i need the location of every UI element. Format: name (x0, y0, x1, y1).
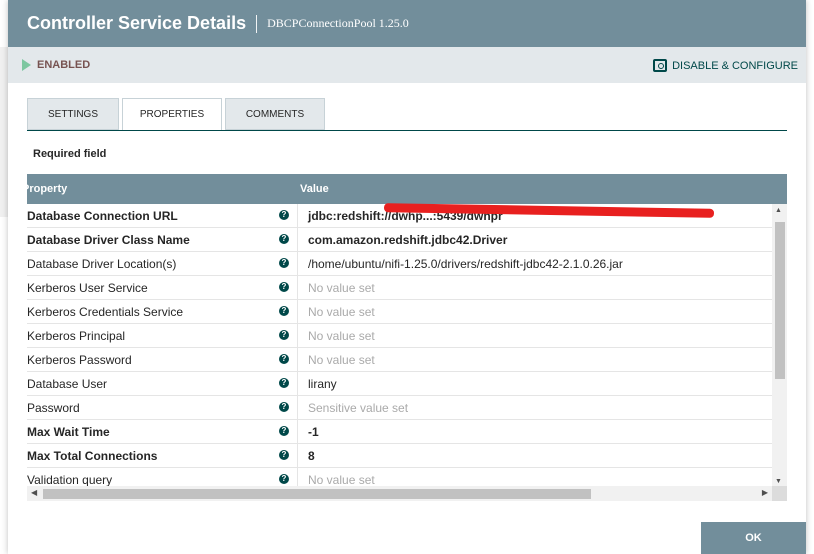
column-divider (297, 300, 298, 324)
property-name: Kerberos Credentials Service (27, 305, 184, 319)
help-icon[interactable]: ? (279, 426, 289, 436)
disable-configure-label: DISABLE & CONFIGURE (672, 59, 798, 72)
background-page (0, 47, 8, 217)
property-name: Database User (27, 377, 108, 391)
dialog-subtitle: DBCPConnectionPool 1.25.0 (267, 16, 409, 30)
property-value[interactable]: /home/ubuntu/nifi-1.25.0/drivers/redshif… (308, 257, 623, 271)
dialog-header: Controller Service Details DBCPConnectio… (8, 0, 806, 47)
property-value[interactable]: 8 (308, 449, 315, 463)
property-name: Kerberos Password (27, 353, 132, 367)
grid-rows: Database Connection URL ? jdbc:redshift:… (27, 203, 772, 492)
scroll-left-icon[interactable]: ◀ (31, 488, 37, 497)
property-value[interactable]: -1 (308, 425, 319, 439)
property-name: Database Connection URL (27, 209, 178, 223)
help-icon[interactable]: ? (279, 474, 289, 484)
vertical-scrollbar[interactable]: ▲ ▼ (772, 204, 787, 487)
help-icon[interactable]: ? (279, 282, 289, 292)
column-divider (297, 396, 298, 420)
tab-bar: SETTINGS PROPERTIES COMMENTS (27, 98, 328, 131)
column-divider (297, 348, 298, 372)
table-row[interactable]: Database User ? lirany (27, 372, 772, 396)
table-row[interactable]: Max Total Connections ? 8 (27, 444, 772, 468)
tab-properties[interactable]: PROPERTIES (122, 98, 222, 131)
dialog-title: Controller Service Details (27, 13, 247, 33)
help-icon[interactable]: ? (279, 210, 289, 220)
help-icon[interactable]: ? (279, 378, 289, 388)
property-value[interactable]: Sensitive value set (308, 401, 408, 415)
property-name: Kerberos Principal (27, 329, 126, 343)
column-divider (297, 276, 298, 300)
property-name: Max Wait Time (27, 425, 110, 439)
help-icon[interactable]: ? (279, 234, 289, 244)
property-value[interactable]: lirany (308, 377, 337, 391)
property-name: Validation query (27, 473, 113, 487)
help-icon[interactable]: ? (279, 450, 289, 460)
property-value[interactable]: No value set (308, 281, 375, 295)
required-field-label: Required field (33, 148, 107, 160)
status-bar: ENABLED DISABLE & CONFIGURE (8, 47, 806, 83)
table-row[interactable]: Kerberos Credentials Service ? No value … (27, 300, 772, 324)
play-icon (22, 59, 31, 71)
property-value[interactable]: No value set (308, 473, 375, 487)
help-icon[interactable]: ? (279, 330, 289, 340)
table-row[interactable]: Database Driver Location(s) ? /home/ubun… (27, 252, 772, 276)
table-row[interactable]: Database Driver Class Name ? com.amazon.… (27, 228, 772, 252)
column-header-property[interactable]: Property (27, 183, 67, 195)
column-divider (297, 228, 298, 252)
column-divider (297, 420, 298, 444)
controller-service-dialog: Controller Service Details DBCPConnectio… (8, 0, 806, 554)
header-separator (256, 14, 258, 33)
column-divider (297, 372, 298, 396)
scroll-up-icon[interactable]: ▲ (775, 207, 782, 214)
horizontal-scrollbar[interactable]: ◀ ▶ (27, 486, 772, 501)
horizontal-scroll-thumb[interactable] (43, 489, 591, 499)
scrollbar-corner (772, 486, 787, 501)
gear-icon (653, 59, 668, 72)
property-name: Max Total Connections (27, 449, 158, 463)
scroll-right-icon[interactable]: ▶ (762, 488, 768, 497)
column-divider (297, 444, 298, 468)
help-icon[interactable]: ? (279, 402, 289, 412)
column-divider (297, 324, 298, 348)
ok-button[interactable]: OK (701, 522, 806, 554)
disable-configure-button[interactable]: DISABLE & CONFIGURE (653, 59, 798, 72)
table-row[interactable]: Kerberos Principal ? No value set (27, 324, 772, 348)
tab-underline (27, 130, 787, 131)
grid-header: Property Value (27, 174, 787, 204)
property-value[interactable]: No value set (308, 305, 375, 319)
table-row[interactable]: Kerberos User Service ? No value set (27, 276, 772, 300)
table-row[interactable]: Max Wait Time ? -1 (27, 420, 772, 444)
table-row[interactable]: Kerberos Password ? No value set (27, 348, 772, 372)
property-name: Database Driver Class Name (27, 233, 190, 247)
table-row[interactable]: Database Connection URL ? jdbc:redshift:… (27, 203, 772, 228)
property-name: Database Driver Location(s) (27, 257, 177, 271)
property-value[interactable]: No value set (308, 353, 375, 367)
property-value[interactable]: No value set (308, 329, 375, 343)
tab-comments[interactable]: COMMENTS (225, 98, 325, 130)
enabled-status: ENABLED (22, 59, 90, 71)
scroll-down-icon[interactable]: ▼ (775, 478, 782, 485)
property-name: Kerberos User Service (27, 281, 148, 295)
properties-grid: Property Value Database Connection URL ?… (27, 174, 787, 502)
property-name: Password (27, 401, 80, 415)
table-row[interactable]: Password ? Sensitive value set (27, 396, 772, 420)
help-icon[interactable]: ? (279, 354, 289, 364)
enabled-label: ENABLED (37, 59, 91, 71)
column-divider (297, 204, 298, 228)
vertical-scroll-thumb[interactable] (775, 222, 785, 379)
help-icon[interactable]: ? (279, 258, 289, 268)
help-icon[interactable]: ? (279, 306, 289, 316)
column-divider (297, 252, 298, 276)
tab-settings[interactable]: SETTINGS (27, 98, 119, 130)
property-value[interactable]: com.amazon.redshift.jdbc42.Driver (308, 233, 507, 247)
column-header-value[interactable]: Value (300, 183, 329, 195)
